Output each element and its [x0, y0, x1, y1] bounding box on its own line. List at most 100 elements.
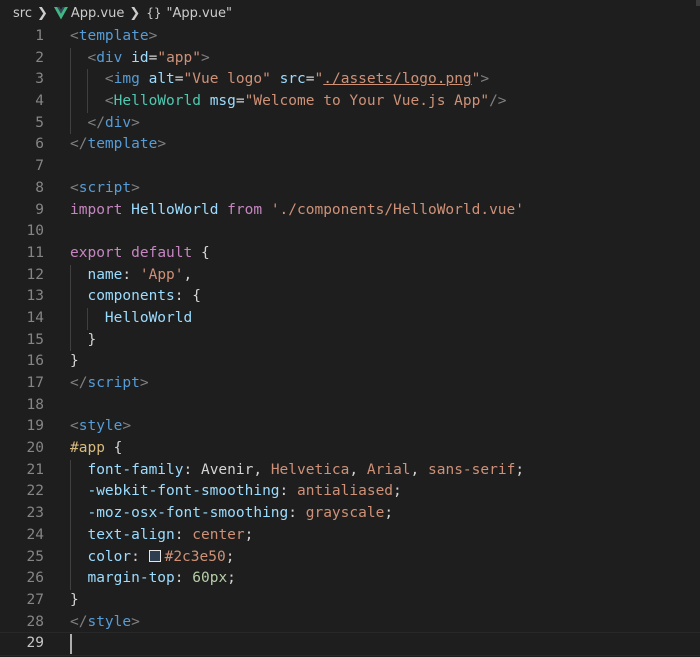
code-line[interactable]: 12 name: 'App', — [0, 264, 700, 287]
code-token: div — [96, 49, 123, 66]
chevron-right-icon: ❯ — [129, 5, 141, 21]
line-number: 25 — [26, 548, 44, 565]
line-number: 29 — [26, 635, 44, 652]
scrollbar-corner — [696, 0, 700, 6]
code-area[interactable]: 1 <template> 2 <div id="app"> 3 <img alt="V… — [0, 26, 700, 656]
code-line[interactable]: 14 HelloWorld — [0, 307, 700, 330]
code-text: #app { — [70, 438, 122, 460]
code-line[interactable]: 1 <template> — [0, 26, 700, 48]
line-number: 16 — [26, 353, 44, 370]
code-line[interactable]: 20 #app { — [0, 438, 700, 460]
code-token: > — [131, 179, 140, 196]
breadcrumb-file[interactable]: App.vue — [71, 6, 124, 21]
line-number: 17 — [26, 375, 44, 391]
code-text: <HelloWorld msg="Welcome to Your Vue.js … — [70, 91, 507, 113]
code-text: } — [70, 330, 96, 352]
code-line[interactable]: 22 -webkit-font-smoothing: antialiased; — [0, 481, 700, 504]
code-line[interactable]: 7 — [0, 156, 700, 178]
line-number: 14 — [26, 309, 44, 326]
code-token: > — [131, 114, 140, 131]
line-number: 4 — [35, 93, 44, 110]
code-line[interactable]: 28 </style> — [0, 612, 700, 634]
code-token: > — [148, 28, 158, 44]
breadcrumb-symbol[interactable]: "App.vue" — [167, 6, 232, 21]
code-token: components — [87, 288, 175, 305]
code-token: HelloWorld — [131, 201, 219, 218]
code-token: from — [227, 201, 263, 218]
code-token: text-align — [87, 526, 175, 543]
breadcrumb-folder[interactable]: src — [13, 6, 32, 21]
code-token: : — [288, 505, 306, 522]
code-text: </style> — [70, 612, 140, 634]
line-number: 11 — [26, 244, 44, 261]
code-line[interactable]: 26 margin-top: 60px; — [0, 568, 700, 590]
code-line[interactable]: 24 text-align: center; — [0, 524, 700, 547]
line-number: 8 — [35, 179, 44, 196]
code-link[interactable]: ./assets/logo.png — [323, 71, 471, 87]
color-swatch[interactable] — [148, 549, 161, 562]
code-line[interactable]: 27} — [0, 590, 700, 612]
line-number: 28 — [26, 613, 44, 630]
code-token: ; — [244, 526, 254, 543]
code-token: style — [87, 613, 132, 630]
line-number: 1 — [35, 28, 44, 44]
code-line[interactable]: 15 } — [0, 329, 700, 352]
code-token: -webkit-font-smoothing — [87, 483, 280, 500]
code-text: text-align: center; — [70, 525, 253, 547]
code-line[interactable]: 16} — [0, 351, 700, 373]
code-text: export default { — [70, 243, 210, 265]
code-line[interactable]: 19 <style> — [0, 416, 700, 438]
code-line[interactable]: 13 components: { — [0, 286, 700, 308]
code-token: default — [131, 244, 193, 261]
line-number: 15 — [26, 331, 44, 348]
code-token: name — [87, 266, 123, 283]
line-number: 23 — [26, 505, 44, 522]
code-token: > — [139, 375, 149, 391]
code-line[interactable]: 8 <script> — [0, 178, 700, 200]
code-text: components: { — [70, 286, 201, 308]
code-text: margin-top: 60px; — [70, 568, 235, 590]
code-token: : — [131, 548, 149, 565]
code-line[interactable]: 18 — [0, 395, 700, 417]
code-text: <div id="app"> — [70, 48, 209, 70]
code-token: </ — [70, 375, 88, 391]
code-line[interactable]: 23 -moz-osx-font-smoothing: grayscale; — [0, 503, 700, 525]
code-token: : — [174, 526, 193, 543]
code-token: = — [305, 71, 315, 88]
code-token: = — [174, 71, 184, 88]
code-editor[interactable]: src ❯ App.vue ❯ {} "App.vue" 1 <template>… — [0, 0, 700, 657]
code-line[interactable]: 21 font-family: Avenir, Helvetica, Arial… — [0, 459, 700, 482]
vue-file-icon — [53, 6, 68, 19]
code-line[interactable]: 29 — [0, 632, 700, 656]
code-line[interactable]: 11 export default { — [0, 243, 700, 265]
code-token: antialiased — [297, 483, 394, 500]
code-token: img — [113, 71, 140, 88]
code-token: , — [253, 461, 271, 478]
code-token: < — [87, 49, 97, 66]
code-line[interactable]: 2 <div id="app"> — [0, 47, 700, 70]
code-token: template — [87, 136, 158, 153]
code-token: script — [78, 179, 132, 196]
code-token: /> — [489, 93, 507, 110]
code-token: sans-serif — [428, 461, 516, 478]
code-line[interactable]: 3 <img alt="Vue logo" src="./assets/logo… — [0, 69, 700, 92]
code-text: <script> — [70, 178, 140, 200]
code-token: > — [480, 71, 490, 88]
code-line[interactable]: 25 color: #2c3e50; — [0, 546, 700, 569]
code-line[interactable]: 9 import HelloWorld from './components/He… — [0, 200, 700, 222]
line-number: 10 — [26, 223, 44, 240]
code-line[interactable]: 5 </div> — [0, 112, 700, 135]
code-line[interactable]: 10 — [0, 221, 700, 243]
code-token: > — [131, 613, 140, 630]
code-line[interactable]: 17 </script> — [0, 373, 700, 395]
code-token: div — [104, 114, 132, 131]
code-token: font-family — [87, 461, 184, 478]
code-token: HelloWorld — [113, 93, 201, 110]
code-line[interactable]: 4 <HelloWorld msg="Welcome to Your Vue.j… — [0, 91, 700, 113]
code-line[interactable]: 6 </template> — [0, 134, 700, 156]
